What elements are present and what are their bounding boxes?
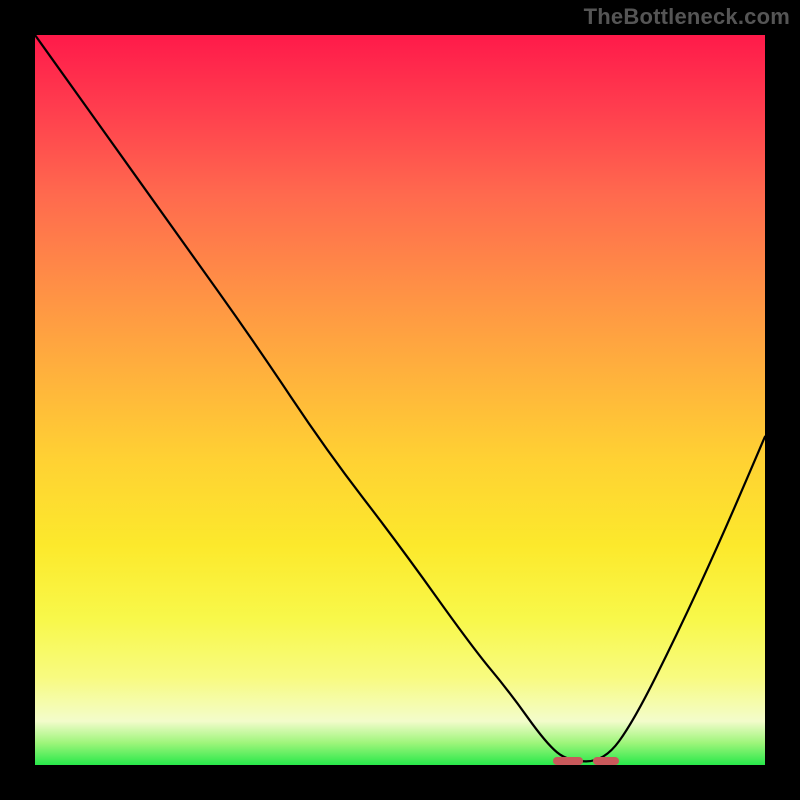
plot-area (35, 35, 765, 765)
valley-marker-left (553, 757, 583, 765)
chart-container: TheBottleneck.com (0, 0, 800, 800)
brand-watermark: TheBottleneck.com (584, 4, 790, 30)
valley-marker-right (593, 757, 619, 765)
curve-line (35, 35, 765, 761)
bottleneck-curve (35, 35, 765, 765)
